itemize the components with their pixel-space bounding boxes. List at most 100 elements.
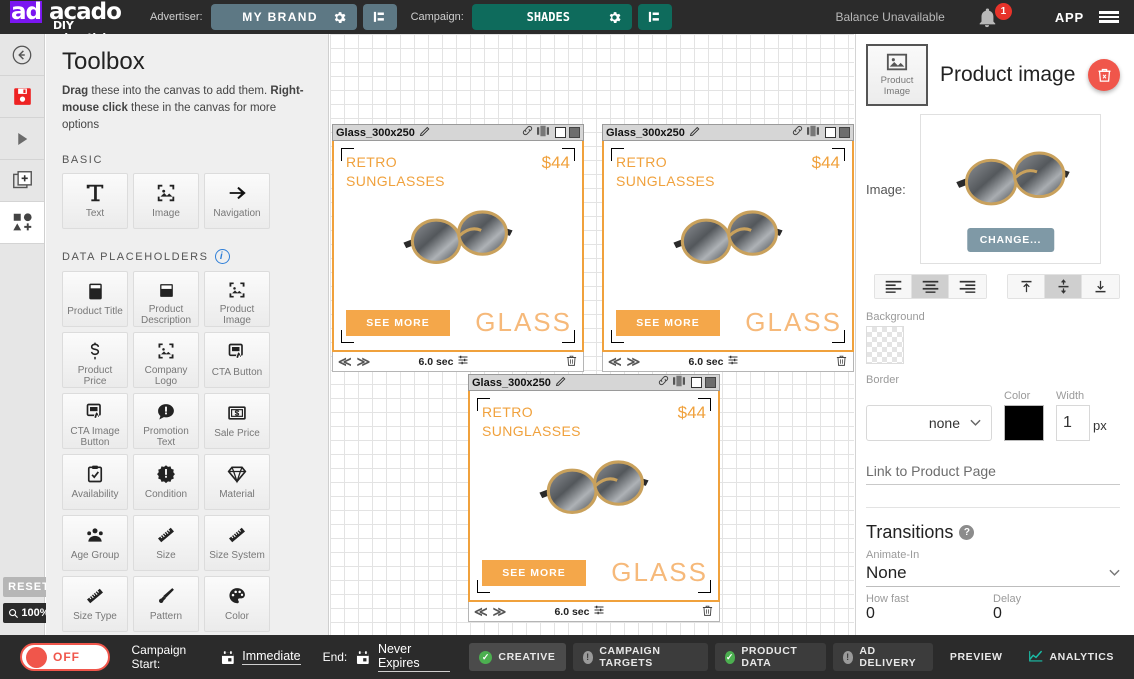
change-image-button[interactable]: CHANGE... bbox=[967, 228, 1054, 252]
rename-pencil-icon[interactable] bbox=[419, 124, 431, 142]
card-header[interactable]: Glass_300x250 bbox=[602, 124, 854, 141]
ad-brand-word[interactable]: GLASS bbox=[745, 307, 842, 338]
tool-size-type[interactable]: Size Type bbox=[62, 576, 128, 632]
creative-canvas[interactable]: Glass_300x250 RETROSUNGLASSES $44 SEE MORE G… bbox=[330, 34, 854, 635]
ad-price[interactable]: $44 bbox=[812, 153, 840, 173]
tool-image[interactable]: Image bbox=[133, 173, 199, 229]
tool-cta-image-button[interactable]: CTA Image Button bbox=[62, 393, 128, 449]
rail-add-frame-button[interactable] bbox=[0, 160, 44, 202]
next-frame-icon[interactable]: ≫ bbox=[357, 354, 371, 370]
delete-element-button[interactable] bbox=[1088, 59, 1120, 91]
tool-pattern[interactable]: Pattern bbox=[133, 576, 199, 632]
creative-card[interactable]: Glass_300x250RETROSUNGLASSES$44SEE MOREG… bbox=[332, 124, 584, 372]
ad-price[interactable]: $44 bbox=[542, 153, 570, 173]
calendar-icon[interactable] bbox=[355, 649, 371, 666]
bottom-tab-product-data[interactable]: ✓PRODUCT DATA bbox=[715, 643, 826, 671]
delete-card-icon[interactable] bbox=[835, 354, 848, 370]
frame-duration[interactable]: 6.0 sec bbox=[688, 354, 738, 369]
ad-brand-word[interactable]: GLASS bbox=[611, 557, 708, 588]
align-top-button[interactable] bbox=[1008, 275, 1045, 298]
campaign-selector[interactable]: SHADES bbox=[472, 4, 632, 30]
tool-sale-price[interactable]: Sale Price bbox=[204, 393, 270, 449]
ad-price[interactable]: $44 bbox=[678, 403, 706, 423]
tool-text[interactable]: Text bbox=[62, 173, 128, 229]
tool-size[interactable]: Size bbox=[133, 515, 199, 571]
ad-cta-button[interactable]: SEE MORE bbox=[616, 310, 720, 336]
rail-save-button[interactable] bbox=[0, 76, 44, 118]
bottom-tab-ad-delivery[interactable]: !AD DELIVERY bbox=[833, 643, 933, 671]
frames-icon[interactable] bbox=[537, 124, 552, 142]
frames-icon[interactable] bbox=[673, 374, 688, 392]
calendar-icon[interactable] bbox=[220, 649, 236, 666]
border-style-select[interactable]: none bbox=[866, 405, 992, 441]
light-theme-icon[interactable] bbox=[555, 127, 566, 138]
creative-card[interactable]: Glass_300x250RETROSUNGLASSES$44SEE MOREG… bbox=[602, 124, 854, 372]
product-link-input[interactable]: Link to Product Page bbox=[866, 463, 1120, 485]
prev-frame-icon[interactable]: ≪ bbox=[338, 354, 352, 370]
ad-preview[interactable]: RETROSUNGLASSES$44SEE MOREGLASS bbox=[602, 141, 854, 352]
app-menu-label[interactable]: APP bbox=[1055, 10, 1084, 25]
tool-condition[interactable]: Condition bbox=[133, 454, 199, 510]
ad-headline[interactable]: RETROSUNGLASSES bbox=[482, 403, 581, 441]
timing-settings-icon[interactable] bbox=[457, 354, 469, 369]
link-icon[interactable] bbox=[791, 124, 804, 142]
tool-promotion-text[interactable]: Promotion Text bbox=[133, 393, 199, 449]
timing-settings-icon[interactable] bbox=[727, 354, 739, 369]
delay-input[interactable]: 0 bbox=[993, 605, 1120, 623]
how-fast-input[interactable]: 0 bbox=[866, 605, 993, 623]
help-icon[interactable]: ? bbox=[959, 525, 974, 540]
card-header[interactable]: Glass_300x250 bbox=[332, 124, 584, 141]
tool-color[interactable]: Color bbox=[204, 576, 270, 632]
tool-product-title[interactable]: Product Title bbox=[62, 271, 128, 327]
rename-pencil-icon[interactable] bbox=[555, 374, 567, 392]
prev-frame-icon[interactable]: ≪ bbox=[474, 604, 488, 620]
frame-nav[interactable]: ≪≫ bbox=[474, 604, 506, 620]
tool-product-price[interactable]: Product Price bbox=[62, 332, 128, 388]
bottom-tab-campaign-targets[interactable]: !CAMPAIGN TARGETS bbox=[573, 643, 708, 671]
ad-headline[interactable]: RETROSUNGLASSES bbox=[346, 153, 445, 191]
prev-frame-icon[interactable]: ≪ bbox=[608, 354, 622, 370]
tool-product-image[interactable]: Product Image bbox=[204, 271, 270, 327]
creative-card[interactable]: Glass_300x250RETROSUNGLASSES$44SEE MOREG… bbox=[468, 374, 720, 622]
animate-in-select[interactable]: None bbox=[866, 563, 1120, 587]
rail-back-button[interactable] bbox=[0, 34, 44, 76]
frame-nav[interactable]: ≪≫ bbox=[608, 354, 640, 370]
rail-toolbox-button[interactable] bbox=[0, 202, 44, 244]
gear-icon[interactable] bbox=[607, 10, 622, 25]
next-frame-icon[interactable]: ≫ bbox=[627, 354, 641, 370]
notifications-button[interactable]: 1 bbox=[971, 0, 1015, 34]
timing-settings-icon[interactable] bbox=[593, 604, 605, 619]
ad-preview[interactable]: RETROSUNGLASSES$44SEE MOREGLASS bbox=[332, 141, 584, 352]
advertiser-selector[interactable]: MY BRAND bbox=[211, 4, 357, 30]
align-left-button[interactable] bbox=[875, 275, 912, 298]
ad-cta-button[interactable]: SEE MORE bbox=[346, 310, 450, 336]
frame-duration[interactable]: 6.0 sec bbox=[418, 354, 468, 369]
light-theme-icon[interactable] bbox=[825, 127, 836, 138]
background-color-swatch[interactable] bbox=[866, 326, 904, 364]
delete-card-icon[interactable] bbox=[701, 604, 714, 620]
campaign-tree-button[interactable] bbox=[638, 4, 672, 30]
advertiser-tree-button[interactable] bbox=[363, 4, 397, 30]
rail-play-button[interactable] bbox=[0, 118, 44, 160]
campaign-end-value[interactable]: Never Expires bbox=[378, 642, 450, 672]
frames-icon[interactable] bbox=[807, 124, 822, 142]
dark-theme-icon[interactable] bbox=[705, 377, 716, 388]
next-frame-icon[interactable]: ≫ bbox=[493, 604, 507, 620]
align-bottom-button[interactable] bbox=[1082, 275, 1119, 298]
tool-age-group[interactable]: Age Group bbox=[62, 515, 128, 571]
info-icon[interactable]: i bbox=[215, 249, 230, 264]
dark-theme-icon[interactable] bbox=[839, 127, 850, 138]
align-center-button[interactable] bbox=[912, 275, 949, 298]
frame-duration[interactable]: 6.0 sec bbox=[554, 604, 604, 619]
dark-theme-icon[interactable] bbox=[569, 127, 580, 138]
align-middle-button[interactable] bbox=[1045, 275, 1082, 298]
tool-availability[interactable]: Availability bbox=[62, 454, 128, 510]
border-color-swatch[interactable] bbox=[1004, 405, 1044, 441]
bottom-tab-analytics[interactable]: ANALYTICS bbox=[1019, 643, 1124, 671]
campaign-on-off-toggle[interactable]: OFF bbox=[20, 643, 110, 671]
card-header[interactable]: Glass_300x250 bbox=[468, 374, 720, 391]
ad-preview[interactable]: RETROSUNGLASSES$44SEE MOREGLASS bbox=[468, 391, 720, 602]
rename-pencil-icon[interactable] bbox=[689, 124, 701, 142]
align-right-button[interactable] bbox=[949, 275, 986, 298]
hamburger-menu-button[interactable] bbox=[1084, 0, 1134, 34]
